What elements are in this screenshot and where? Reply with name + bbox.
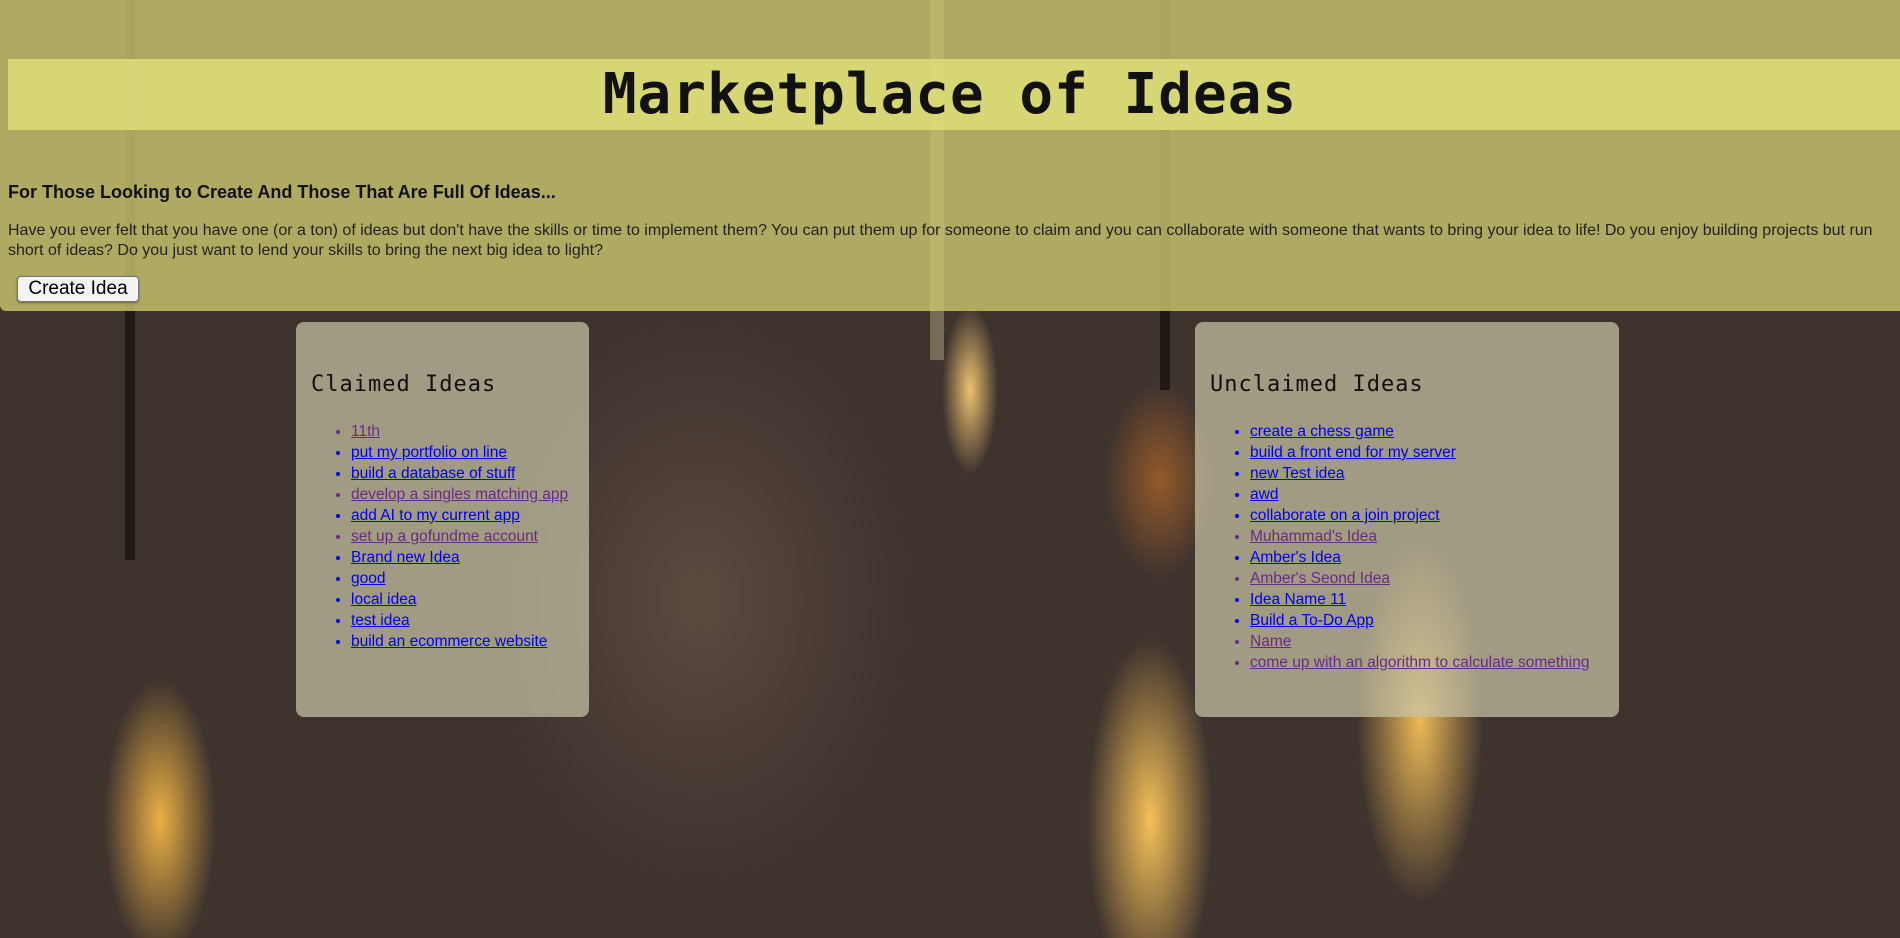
hero-panel: Marketplace of Ideas For Those Looking t… (0, 0, 1900, 311)
description: Have you ever felt that you have one (or… (8, 221, 1898, 261)
idea-link[interactable]: Muhammad's Idea (1250, 528, 1377, 545)
list-item: awd (1250, 484, 1589, 505)
idea-link[interactable]: set up a gofundme account (351, 528, 538, 545)
idea-link[interactable]: build a database of stuff (351, 465, 515, 482)
subtitle: For Those Looking to Create And Those Th… (8, 182, 556, 202)
list-item: Brand new Idea (351, 547, 568, 568)
list-item: set up a gofundme account (351, 526, 568, 547)
list-item: 11th (351, 421, 568, 442)
unclaimed-ideas-panel: Unclaimed Ideas create a chess game build… (1195, 322, 1619, 717)
idea-link[interactable]: put my portfolio on line (351, 444, 507, 461)
list-item: new Test idea (1250, 463, 1589, 484)
list-item: build an ecommerce website (351, 631, 568, 652)
idea-link[interactable]: develop a singles matching app (351, 486, 568, 503)
idea-link[interactable]: awd (1250, 486, 1278, 503)
idea-link[interactable]: add AI to my current app (351, 507, 520, 524)
claimed-ideas-heading: Claimed Ideas (311, 372, 497, 397)
unclaimed-ideas-heading: Unclaimed Ideas (1210, 372, 1424, 397)
claimed-ideas-list: 11th put my portfolio on line build a data… (296, 421, 568, 652)
page-title: Marketplace of Ideas (602, 62, 1298, 127)
idea-link[interactable]: new Test idea (1250, 465, 1345, 482)
create-idea-button[interactable]: Create Idea (17, 276, 139, 302)
list-item: Amber's Seond Idea (1250, 568, 1589, 589)
list-item: build a front end for my server (1250, 442, 1589, 463)
list-item: develop a singles matching app (351, 484, 568, 505)
idea-link[interactable]: Amber's Seond Idea (1250, 570, 1390, 587)
idea-link[interactable]: create a chess game (1250, 423, 1394, 440)
idea-link[interactable]: collaborate on a join project (1250, 507, 1440, 524)
claimed-ideas-panel: Claimed Ideas 11th put my portfolio on li… (296, 322, 589, 717)
idea-link[interactable]: local idea (351, 591, 417, 608)
list-item: create a chess game (1250, 421, 1589, 442)
list-item: test idea (351, 610, 568, 631)
list-item: build a database of stuff (351, 463, 568, 484)
description-text: Have you ever felt that you have one (or… (8, 222, 1873, 259)
list-item: Idea Name 11 (1250, 589, 1589, 610)
list-item: collaborate on a join project (1250, 505, 1589, 526)
idea-link[interactable]: test idea (351, 612, 410, 629)
idea-link[interactable]: come up with an algorithm to calculate s… (1250, 654, 1589, 671)
idea-link[interactable]: 11th (351, 423, 380, 440)
list-item: Name (1250, 631, 1589, 652)
idea-link[interactable]: Build a To-Do App (1250, 612, 1374, 629)
idea-link[interactable]: Amber's Idea (1250, 549, 1341, 566)
list-item: come up with an algorithm to calculate s… (1250, 652, 1589, 673)
list-item: good (351, 568, 568, 589)
list-item: put my portfolio on line (351, 442, 568, 463)
unclaimed-ideas-list: create a chess game build a front end for… (1195, 421, 1589, 673)
idea-link[interactable]: Brand new Idea (351, 549, 460, 566)
list-item: Amber's Idea (1250, 547, 1589, 568)
list-item: local idea (351, 589, 568, 610)
idea-link[interactable]: build a front end for my server (1250, 444, 1456, 461)
idea-link[interactable]: good (351, 570, 385, 587)
idea-link[interactable]: Name (1250, 633, 1291, 650)
list-item: add AI to my current app (351, 505, 568, 526)
list-item: Muhammad's Idea (1250, 526, 1589, 547)
list-item: Build a To-Do App (1250, 610, 1589, 631)
idea-link[interactable]: build an ecommerce website (351, 633, 547, 650)
idea-link[interactable]: Idea Name 11 (1250, 591, 1346, 608)
